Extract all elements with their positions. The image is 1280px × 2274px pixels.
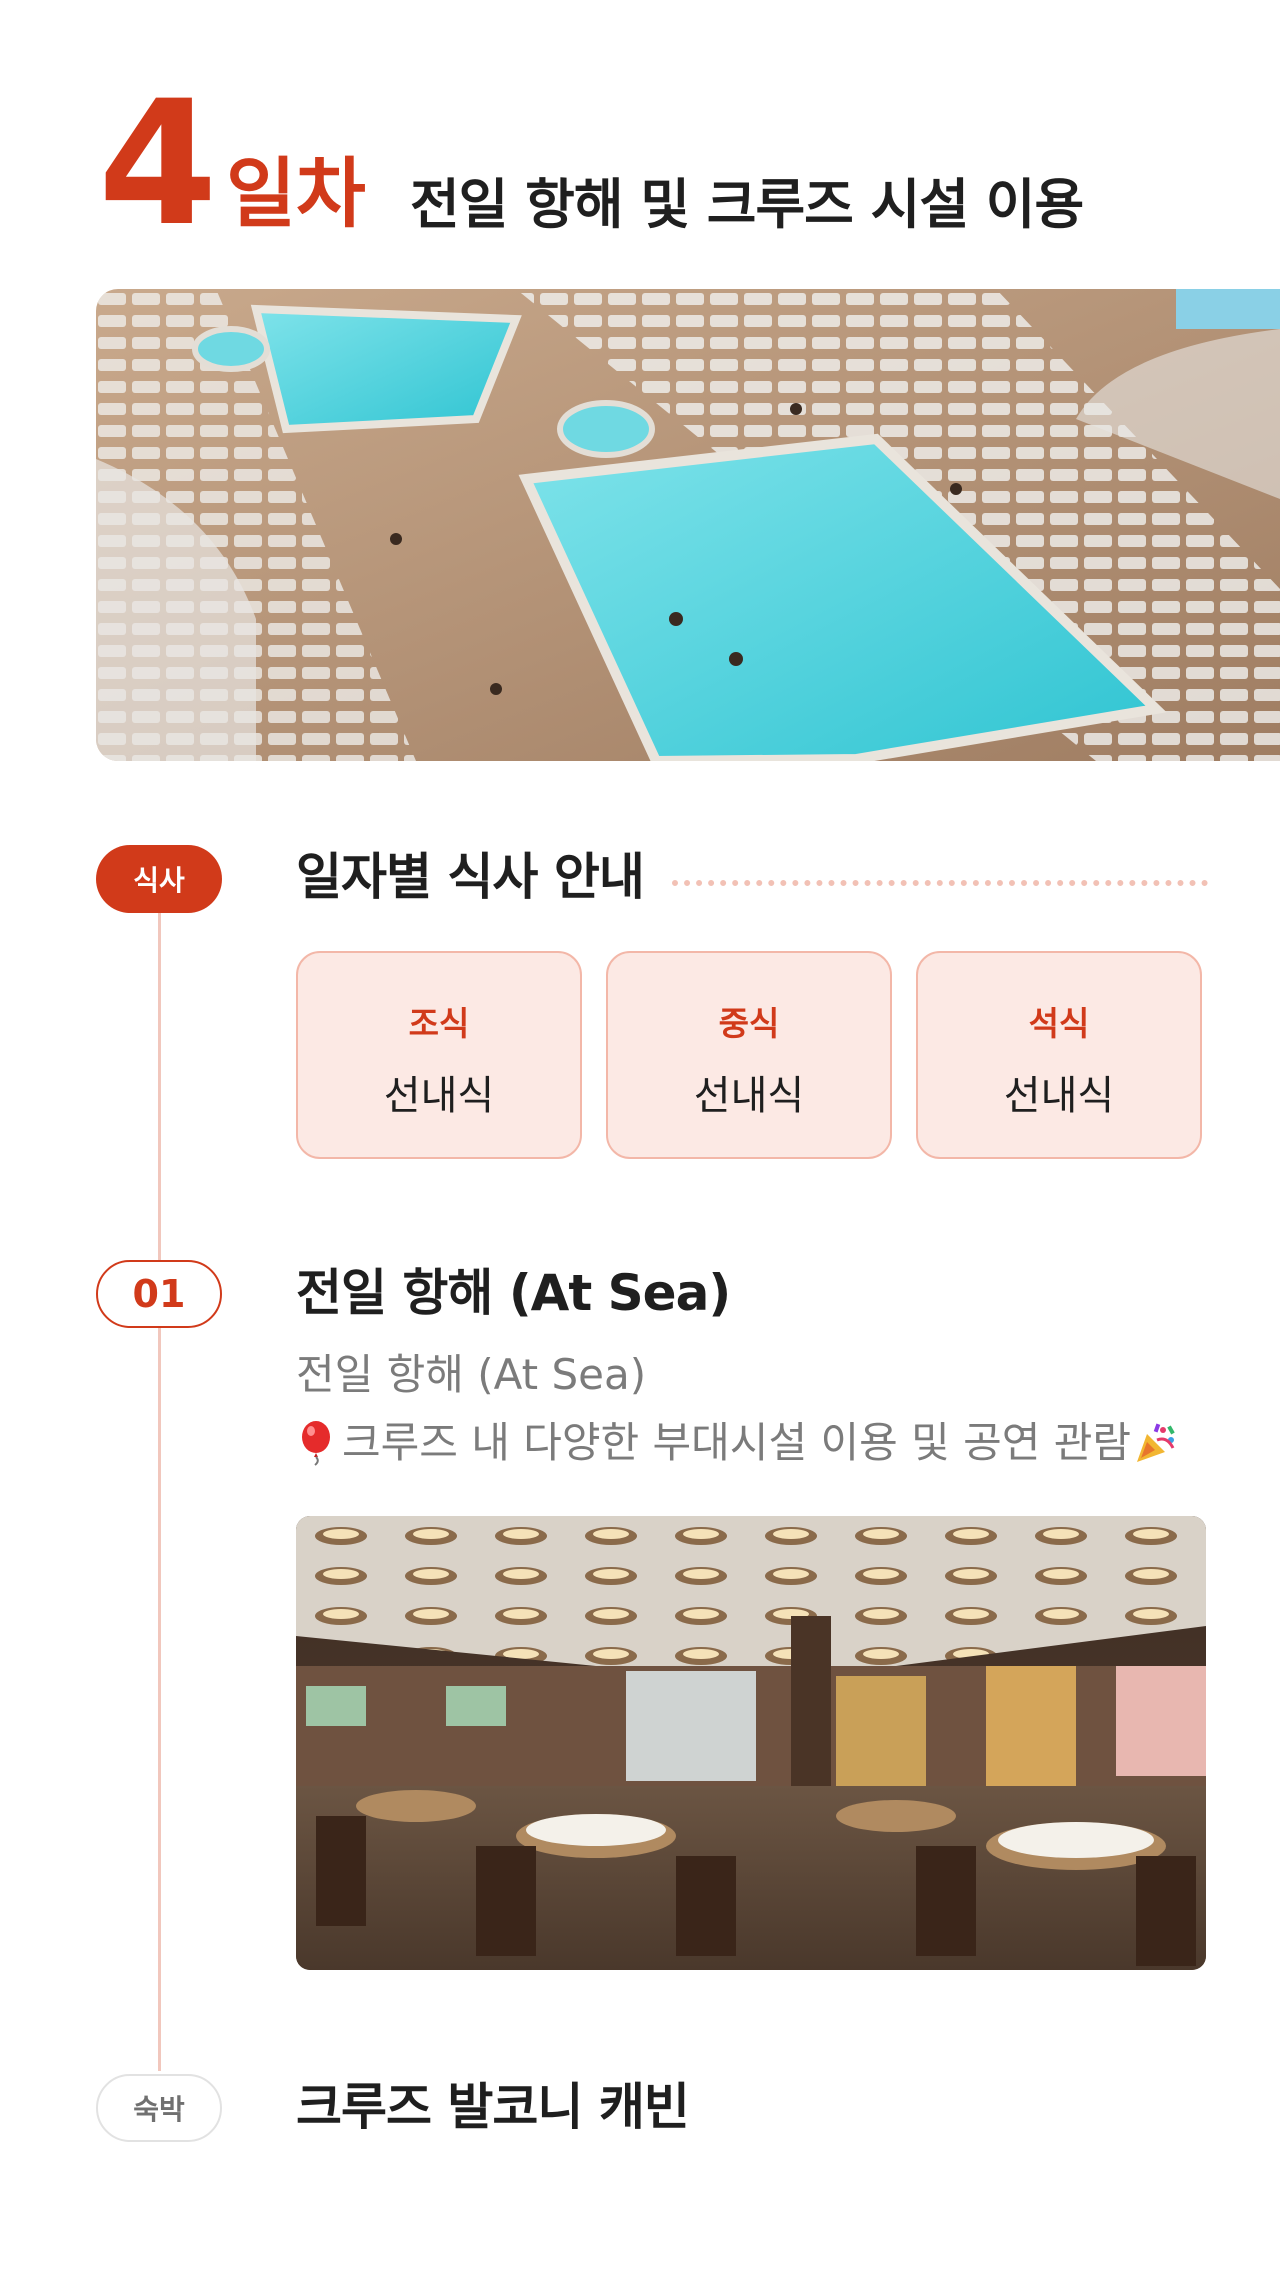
meal-label: 조식	[408, 1004, 470, 1043]
schedule-description-text: 크루즈 내 다양한 부대시설 이용 및 공연 관람	[342, 1418, 1131, 1467]
meal-label: 석식	[1028, 1004, 1090, 1043]
timeline-line	[158, 913, 161, 2071]
meal-value: 선내식	[693, 1073, 805, 1119]
schedule-title: 전일 항해 (At Sea)	[296, 1264, 731, 1322]
pool-deck-photo	[96, 289, 1280, 761]
meal-card-dinner: 석식 선내식	[916, 951, 1202, 1159]
meal-value: 선내식	[383, 1073, 495, 1119]
day-unit-label: 일차	[226, 149, 366, 238]
schedule-number-badge: 01	[96, 1260, 222, 1328]
meal-card-breakfast: 조식 선내식	[296, 951, 582, 1159]
meal-label: 중식	[718, 1004, 780, 1043]
schedule-subtitle: 전일 항해 (At Sea)	[296, 1350, 647, 1399]
meal-tag-badge: 식사	[96, 845, 222, 913]
meal-card-lunch: 중식 선내식	[606, 951, 892, 1159]
lodging-tag-badge: 숙박	[96, 2074, 222, 2142]
dotted-divider	[672, 880, 1208, 886]
meal-section-title: 일자별 식사 안내	[296, 848, 645, 906]
lodging-title: 크루즈 발코니 캐빈	[296, 2078, 690, 2136]
party-popper-icon	[1133, 1420, 1179, 1466]
balloon-icon	[296, 1420, 338, 1466]
day-title: 전일 항해 및 크루즈 시설 이용	[410, 173, 1084, 236]
schedule-description: 크루즈 내 다양한 부대시설 이용 및 공연 관람	[296, 1420, 1179, 1466]
restaurant-photo	[296, 1516, 1206, 1970]
day-number: 4	[98, 63, 218, 264]
meal-value: 선내식	[1003, 1073, 1115, 1119]
